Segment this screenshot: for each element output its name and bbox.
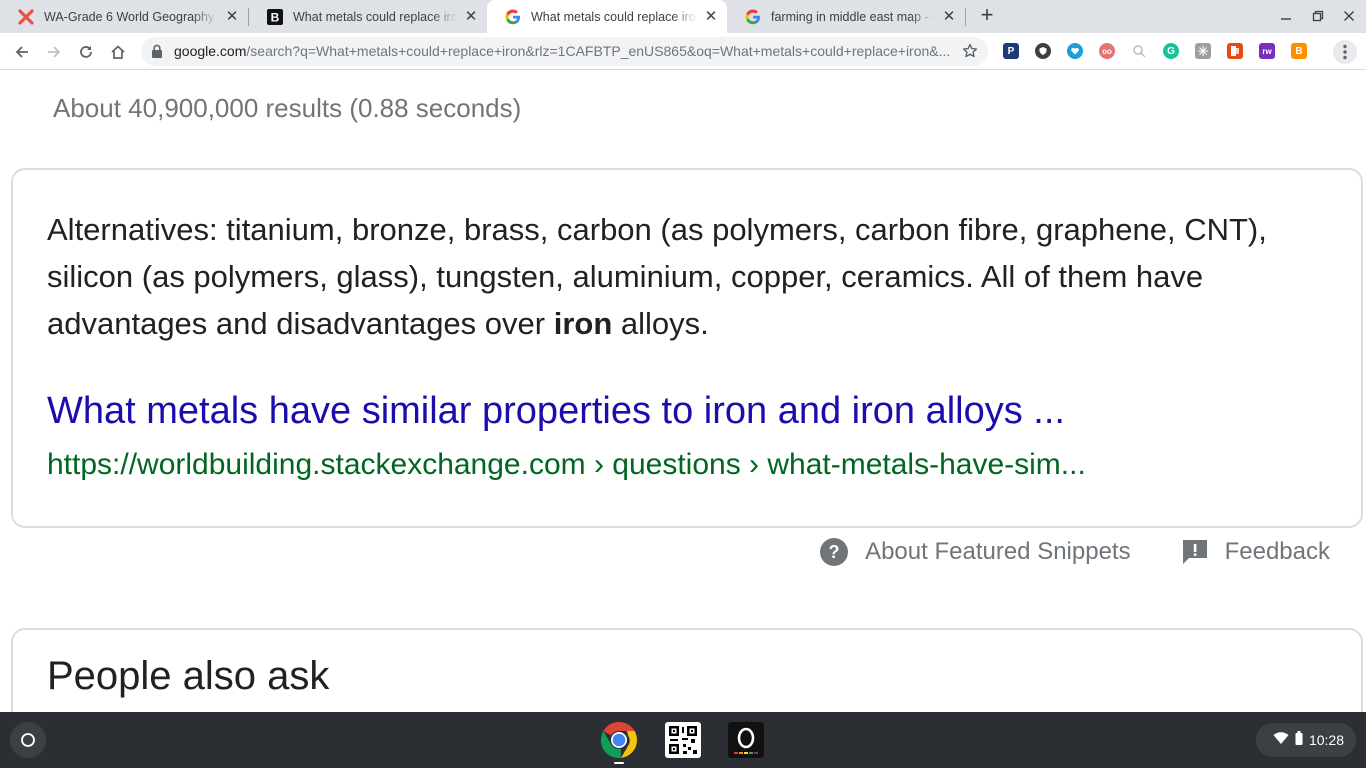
people-also-ask-card: People also ask — [11, 628, 1363, 712]
feedback-button[interactable]: Feedback — [1181, 538, 1330, 566]
url-host: google.com — [174, 43, 247, 59]
wifi-icon — [1273, 731, 1289, 750]
lock-icon[interactable] — [151, 44, 163, 63]
snippet-text-after: alloys. — [612, 306, 709, 341]
browser-toolbar: google.com/search?q=What+metals+could+re… — [0, 33, 1366, 70]
tab-title: What metals could replace iron - Q — [293, 9, 457, 24]
svg-text:?: ? — [829, 542, 840, 562]
feedback-label: Feedback — [1224, 538, 1330, 565]
browser-menu-icon[interactable] — [1333, 40, 1357, 64]
tab-divider — [965, 8, 966, 26]
eyes-extension-icon[interactable]: oo — [1099, 43, 1115, 59]
tab-strip: WA-Grade 6 World Geography and ✕ B What … — [0, 0, 1366, 33]
office-extension-icon[interactable] — [1227, 43, 1243, 59]
address-bar[interactable]: google.com/search?q=What+metals+could+re… — [141, 37, 988, 66]
tab-what-metals-quizlet[interactable]: B What metals could replace iron - Q ✕ — [249, 0, 487, 33]
rw-extension-icon[interactable]: rw — [1259, 43, 1275, 59]
shield-extension-icon[interactable] — [1035, 43, 1051, 59]
new-tab-button[interactable]: + — [976, 4, 998, 27]
grammarly-extension-icon[interactable]: G — [1163, 43, 1179, 59]
tab-wa-grade-6[interactable]: WA-Grade 6 World Geography and ✕ — [0, 0, 248, 33]
snippet-bold-term: iron — [553, 306, 613, 341]
p-extension-icon[interactable]: P — [1003, 43, 1019, 59]
qr-code-app-icon[interactable] — [663, 720, 703, 760]
close-icon[interactable]: ✕ — [463, 8, 479, 25]
b-extension-icon[interactable]: B — [1291, 43, 1307, 59]
about-featured-snippets-label: About Featured Snippets — [865, 538, 1131, 565]
grid-extension-icon[interactable] — [1195, 43, 1211, 59]
magnifier-extension-icon[interactable] — [1131, 43, 1147, 59]
back-icon[interactable] — [10, 40, 34, 64]
url-text[interactable]: google.com/search?q=What+metals+could+re… — [174, 43, 954, 59]
tab-farming-middle-east[interactable]: farming in middle east map - Goo ✕ — [727, 0, 965, 33]
running-indicator — [614, 762, 624, 764]
url-path: /search?q=What+metals+could+replace+iron… — [246, 43, 951, 59]
about-featured-snippets-button[interactable]: ? About Featured Snippets — [819, 537, 1131, 567]
chrome-app-icon[interactable] — [599, 720, 639, 760]
restore-icon[interactable] — [1308, 6, 1328, 26]
launcher-button[interactable] — [10, 722, 46, 758]
help-circle-icon: ? — [819, 537, 849, 567]
result-url[interactable]: https://worldbuilding.stackexchange.com … — [47, 448, 1086, 482]
snippet-footer: ? About Featured Snippets Feedback — [819, 537, 1330, 567]
featured-snippet: Alternatives: titanium, bronze, brass, c… — [11, 168, 1363, 528]
home-icon[interactable] — [106, 40, 130, 64]
google-g-icon — [745, 8, 761, 25]
people-also-ask-heading: People also ask — [47, 654, 330, 698]
minimize-icon[interactable] — [1276, 6, 1296, 26]
clock: 10:28 — [1308, 732, 1344, 748]
close-window-icon[interactable] — [1339, 6, 1359, 26]
close-icon[interactable]: ✕ — [941, 8, 957, 25]
status-tray[interactable]: 10:28 — [1256, 723, 1356, 757]
google-g-icon — [505, 8, 521, 25]
feedback-icon — [1181, 538, 1209, 566]
snippet-text: Alternatives: titanium, bronze, brass, c… — [47, 206, 1337, 347]
heart-shield-extension-icon[interactable] — [1067, 43, 1083, 59]
page-content: About 40,900,000 results (0.88 seconds) … — [0, 71, 1366, 712]
bookmark-star-icon[interactable] — [962, 43, 978, 64]
x-logo-icon — [18, 8, 34, 25]
svg-text:B: B — [271, 10, 280, 24]
os-shelf: 10:28 — [0, 712, 1366, 768]
reload-icon[interactable] — [74, 40, 98, 64]
tab-title: What metals could replace iron - Go — [531, 9, 697, 24]
close-icon[interactable]: ✕ — [703, 8, 719, 25]
battery-icon — [1295, 730, 1303, 750]
tab-title: WA-Grade 6 World Geography and — [44, 9, 218, 24]
b-logo-icon: B — [267, 8, 283, 25]
result-stats: About 40,900,000 results (0.88 seconds) — [53, 93, 522, 123]
tab-what-metals-google[interactable]: What metals could replace iron - Go ✕ — [487, 0, 727, 33]
result-title-link[interactable]: What metals have similar properties to i… — [47, 390, 1065, 433]
forward-icon[interactable] — [42, 40, 66, 64]
close-icon[interactable]: ✕ — [224, 8, 240, 25]
o-app-icon[interactable] — [726, 720, 766, 760]
tab-title: farming in middle east map - Goo — [771, 9, 935, 24]
